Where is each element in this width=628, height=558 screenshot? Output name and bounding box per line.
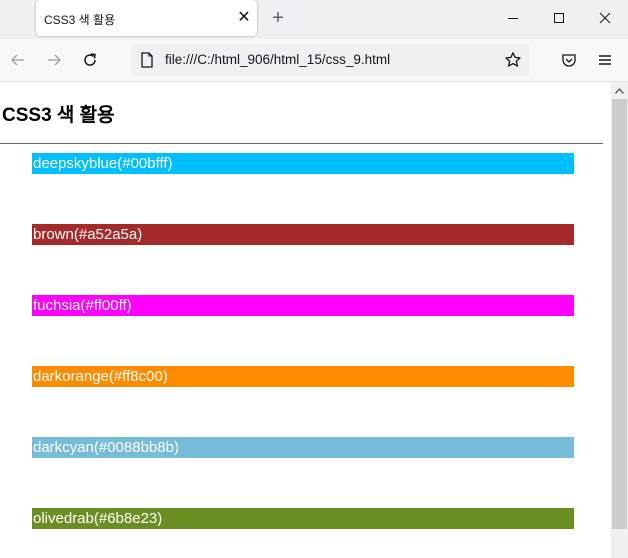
- hamburger-menu-icon: [599, 55, 611, 65]
- url-text[interactable]: file:///C:/html_906/html_15/css_9.html: [165, 52, 390, 67]
- color-swatch-olivedrab: olivedrab(#6b8e23): [32, 508, 574, 529]
- tab-title: CSS3 색 활용: [44, 13, 116, 27]
- vertical-scrollbar[interactable]: [611, 82, 628, 558]
- scroll-up-button[interactable]: [611, 82, 628, 99]
- navigation-bar: file:///C:/html_906/html_15/css_9.html: [0, 39, 628, 82]
- arrow-left-icon: [10, 54, 24, 66]
- reload-icon: [84, 53, 96, 66]
- maximize-icon: [554, 13, 564, 23]
- browser-tab[interactable]: CSS3 색 활용 ✕: [36, 0, 257, 36]
- maximize-button[interactable]: [536, 0, 582, 36]
- forward-button[interactable]: [40, 46, 68, 74]
- page-icon: [141, 52, 153, 68]
- horizontal-rule: [0, 143, 603, 144]
- color-swatch-darkcyan: darkcyan(#0088bb8b): [32, 437, 574, 458]
- close-window-button[interactable]: [582, 0, 628, 36]
- color-swatch-darkorange: darkorange(#ff8c00): [32, 366, 574, 387]
- new-tab-button[interactable]: +: [266, 6, 290, 30]
- back-button[interactable]: [4, 46, 32, 74]
- chevron-up-icon: [615, 87, 624, 94]
- address-bar[interactable]: file:///C:/html_906/html_15/css_9.html: [131, 44, 530, 76]
- reload-button[interactable]: [76, 46, 104, 74]
- pocket-button[interactable]: [555, 46, 583, 74]
- tab-strip: CSS3 색 활용 ✕ +: [0, 0, 628, 39]
- star-icon[interactable]: [504, 51, 522, 69]
- menu-button[interactable]: [591, 46, 619, 74]
- minimize-button[interactable]: [490, 0, 536, 36]
- page-heading: CSS3 색 활용: [2, 105, 115, 126]
- minimize-icon: [508, 18, 518, 19]
- arrow-right-icon: [48, 54, 62, 66]
- pocket-icon: [562, 54, 576, 67]
- color-swatch-fuchsia: fuchsia(#ff00ff): [32, 295, 574, 316]
- close-icon: [599, 12, 611, 24]
- scrollbar-thumb[interactable]: [612, 99, 627, 529]
- color-swatch-deepskyblue: deepskyblue(#00bfff): [32, 153, 574, 174]
- page-viewport: CSS3 색 활용 deepskyblue(#00bfff) brown(#a5…: [0, 82, 611, 558]
- close-tab-icon[interactable]: ✕: [232, 6, 256, 30]
- color-swatch-brown: brown(#a52a5a): [32, 224, 574, 245]
